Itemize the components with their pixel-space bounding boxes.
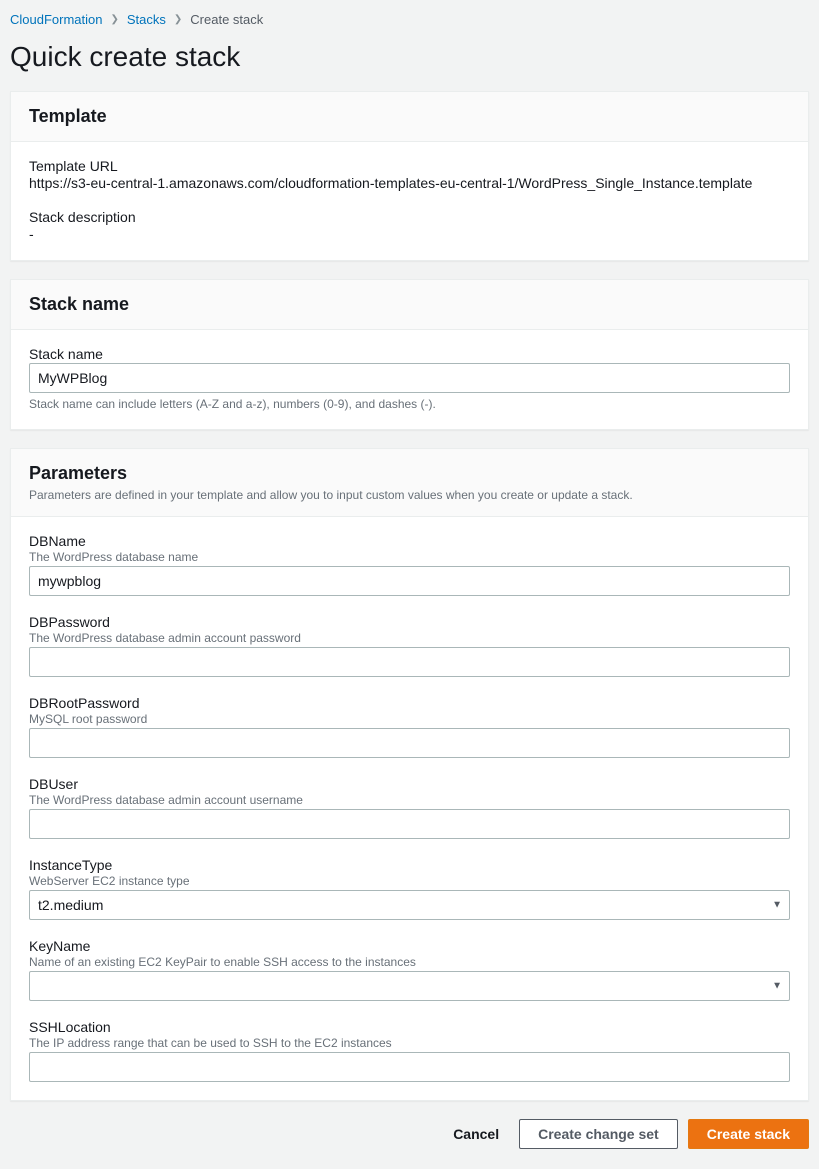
stack-description-label: Stack description xyxy=(29,209,790,225)
instancetype-select-value: t2.medium xyxy=(38,897,103,913)
create-change-set-button[interactable]: Create change set xyxy=(519,1119,678,1149)
instancetype-select[interactable]: t2.medium xyxy=(29,890,790,920)
page-title: Quick create stack xyxy=(10,41,809,73)
dbuser-desc: The WordPress database admin account use… xyxy=(29,793,790,807)
stack-description-value: - xyxy=(29,226,790,242)
chevron-right-icon: ❯ xyxy=(111,14,119,25)
cancel-button[interactable]: Cancel xyxy=(443,1120,509,1148)
sshlocation-input[interactable] xyxy=(29,1052,790,1082)
create-stack-button[interactable]: Create stack xyxy=(688,1119,809,1149)
dbpassword-label: DBPassword xyxy=(29,614,790,630)
sshlocation-label: SSHLocation xyxy=(29,1019,790,1035)
dbuser-input[interactable] xyxy=(29,809,790,839)
parameters-panel-title: Parameters xyxy=(29,463,790,484)
stack-name-hint: Stack name can include letters (A-Z and … xyxy=(29,397,790,411)
dbname-desc: The WordPress database name xyxy=(29,550,790,564)
breadcrumb-current: Create stack xyxy=(190,12,263,27)
instancetype-desc: WebServer EC2 instance type xyxy=(29,874,790,888)
dbpassword-input[interactable] xyxy=(29,647,790,677)
dbrootpassword-input[interactable] xyxy=(29,728,790,758)
parameters-panel: Parameters Parameters are defined in you… xyxy=(10,448,809,1101)
dbname-label: DBName xyxy=(29,533,790,549)
dbpassword-desc: The WordPress database admin account pas… xyxy=(29,631,790,645)
template-panel-title: Template xyxy=(29,106,790,127)
chevron-right-icon: ❯ xyxy=(174,14,182,25)
keyname-desc: Name of an existing EC2 KeyPair to enabl… xyxy=(29,955,790,969)
template-url-label: Template URL xyxy=(29,158,790,174)
dbname-input[interactable] xyxy=(29,566,790,596)
sshlocation-desc: The IP address range that can be used to… xyxy=(29,1036,790,1050)
instancetype-label: InstanceType xyxy=(29,857,790,873)
breadcrumb-stacks[interactable]: Stacks xyxy=(127,12,166,27)
footer-actions: Cancel Create change set Create stack xyxy=(10,1119,809,1149)
parameters-panel-desc: Parameters are defined in your template … xyxy=(29,488,790,502)
keyname-label: KeyName xyxy=(29,938,790,954)
dbrootpassword-desc: MySQL root password xyxy=(29,712,790,726)
stack-name-panel-title: Stack name xyxy=(29,294,790,315)
template-panel: Template Template URL https://s3-eu-cent… xyxy=(10,91,809,261)
breadcrumb: CloudFormation ❯ Stacks ❯ Create stack xyxy=(10,10,809,37)
stack-name-label: Stack name xyxy=(29,346,790,362)
keyname-select[interactable] xyxy=(29,971,790,1001)
stack-name-panel: Stack name Stack name Stack name can inc… xyxy=(10,279,809,430)
stack-name-input[interactable] xyxy=(29,363,790,393)
dbrootpassword-label: DBRootPassword xyxy=(29,695,790,711)
breadcrumb-cloudformation[interactable]: CloudFormation xyxy=(10,12,103,27)
dbuser-label: DBUser xyxy=(29,776,790,792)
template-url-value: https://s3-eu-central-1.amazonaws.com/cl… xyxy=(29,175,790,191)
